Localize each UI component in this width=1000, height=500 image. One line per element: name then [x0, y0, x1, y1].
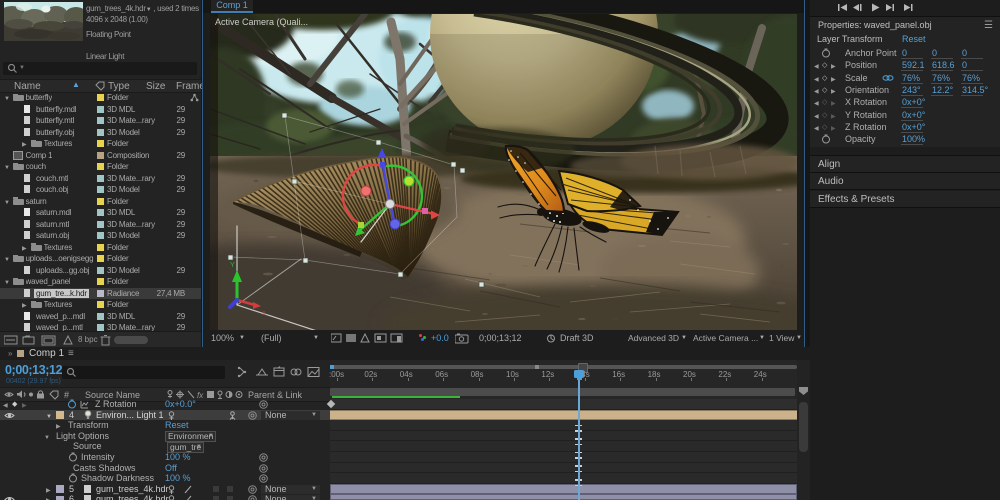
svg-text:Y: Y — [230, 262, 235, 269]
svg-text:X: X — [262, 311, 266, 317]
